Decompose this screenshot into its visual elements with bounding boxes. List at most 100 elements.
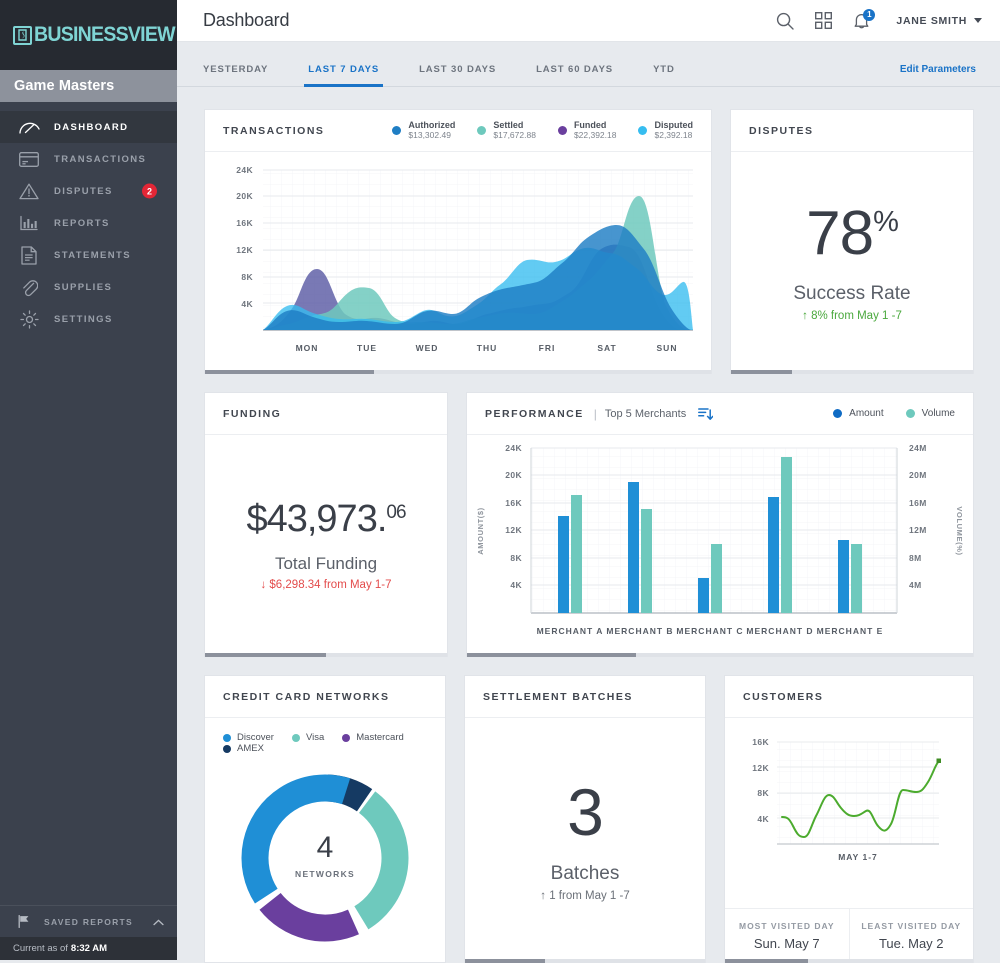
card-header: PERFORMANCE | Top 5 Merchants Amount Vol… <box>467 393 973 435</box>
carousel-dot[interactable] <box>542 370 712 374</box>
logo-badge-icon <box>13 25 32 45</box>
legend-name: Discover <box>237 732 274 743</box>
funding-kpi: $43,973. 06 Total Funding ↓ $6,298.34 fr… <box>205 435 447 656</box>
tab-yesterday[interactable]: YESTERDAY <box>203 64 268 86</box>
top-bar: Dashboard 1 JANE SMITH <box>177 0 1000 42</box>
svg-text:MERCHANT C: MERCHANT C <box>676 626 743 636</box>
svg-text:4K: 4K <box>510 580 522 590</box>
legend-dot-icon <box>638 125 648 135</box>
legend-dot-icon <box>477 125 487 135</box>
search-icon[interactable] <box>776 12 795 30</box>
sidebar-item-statements[interactable]: STATEMENTS <box>0 239 177 271</box>
tab-last-60-days[interactable]: LAST 60 DAYS <box>536 64 613 86</box>
carousel-dot[interactable] <box>852 370 913 374</box>
customers-chart[interactable]: 16K 12K 8K 4K MAY 1-7 <box>725 718 973 908</box>
legend-item-discover[interactable]: Discover <box>223 732 274 743</box>
carousel-dot[interactable] <box>205 370 374 374</box>
dashboard-row-1: TRANSACTIONS Authorized $13,302.49 Settl… <box>204 109 974 374</box>
legend-dot-icon <box>392 125 402 135</box>
carousel-dot[interactable] <box>467 653 636 657</box>
card-title: CREDIT CARD NETWORKS <box>223 690 390 703</box>
tab-last-30-days[interactable]: LAST 30 DAYS <box>419 64 496 86</box>
svg-text:MAY 1-7: MAY 1-7 <box>838 852 878 862</box>
legend-item-settled[interactable]: Settled $17,672.88 <box>477 120 536 140</box>
most-visited-label: MOST VISITED DAY <box>738 920 835 931</box>
logo[interactable]: BUSINESSVIEW <box>0 0 177 70</box>
svg-text:MERCHANT D: MERCHANT D <box>746 626 813 636</box>
card-funding: FUNDING $43,973. 06 Total Funding ↓ $6,2… <box>204 392 448 657</box>
carousel-dot[interactable] <box>912 370 973 374</box>
networks-donut-chart[interactable]: 4 NETWORKS <box>205 754 445 962</box>
sidebar-item-dashboard[interactable]: DASHBOARD <box>0 111 177 143</box>
flag-icon <box>18 915 30 928</box>
least-visited-label: LEAST VISITED DAY <box>861 920 962 931</box>
sidebar: BUSINESSVIEW Game Masters DASHBOARD TRAN… <box>0 0 177 960</box>
legend-name: Mastercard <box>356 732 404 743</box>
legend-item-visa[interactable]: Visa <box>291 732 324 743</box>
transactions-chart[interactable]: 24K 20K 16K 12K 8K 4K MON TUE WED THU FR… <box>205 152 711 373</box>
saved-reports-toggle[interactable]: SAVED REPORTS <box>0 905 177 937</box>
carousel-indicator[interactable] <box>467 653 974 657</box>
carousel-indicator[interactable] <box>205 370 712 374</box>
donut-center-label: NETWORKS <box>295 869 355 879</box>
sidebar-item-label: STATEMENTS <box>54 249 131 261</box>
org-name[interactable]: Game Masters <box>0 70 177 102</box>
transactions-legend: Authorized $13,302.49 Settled $17,672.88 <box>370 120 693 140</box>
carousel-dot[interactable] <box>205 653 326 657</box>
svg-text:24K: 24K <box>505 443 522 453</box>
svg-text:8K: 8K <box>510 553 522 563</box>
legend-item-volume[interactable]: Volume <box>905 408 955 419</box>
legend-item-mastercard[interactable]: Mastercard <box>342 732 404 743</box>
legend-item-funded[interactable]: Funded $22,392.18 <box>557 120 616 140</box>
apps-grid-icon[interactable] <box>815 12 833 29</box>
legend-item-disputed[interactable]: Disputed $2,392.18 <box>638 120 693 140</box>
saved-reports-label: SAVED REPORTS <box>44 916 134 927</box>
legend-item-amount[interactable]: Amount <box>833 408 884 419</box>
performance-chart[interactable]: 24K 20K 16K 12K 8K 4K 24M 20M 16M 12M 8M… <box>467 435 973 656</box>
sidebar-item-supplies[interactable]: SUPPLIES <box>0 271 177 303</box>
sidebar-item-transactions[interactable]: TRANSACTIONS <box>0 143 177 175</box>
carousel-dot[interactable] <box>804 653 974 657</box>
legend-value: $17,672.88 <box>493 129 536 140</box>
sidebar-item-label: DASHBOARD <box>54 121 129 133</box>
carousel-dot[interactable] <box>635 653 805 657</box>
svg-text:12K: 12K <box>505 525 522 535</box>
carousel-dot[interactable] <box>326 653 447 657</box>
svg-text:8K: 8K <box>241 272 253 282</box>
dashboard-grid: TRANSACTIONS Authorized $13,302.49 Settl… <box>177 87 1000 963</box>
legend-value: $2,392.18 <box>654 129 693 140</box>
legend-dot-icon <box>223 744 231 753</box>
svg-text:4K: 4K <box>757 814 769 824</box>
funding-label: Total Funding <box>274 554 378 573</box>
edit-parameters-link[interactable]: Edit Parameters <box>900 64 976 86</box>
sidebar-item-label: TRANSACTIONS <box>54 153 147 165</box>
carousel-dot[interactable] <box>731 370 792 374</box>
legend-item-amex[interactable]: AMEX <box>223 743 264 754</box>
legend-item-authorized[interactable]: Authorized $13,302.49 <box>392 120 455 140</box>
sidebar-item-settings[interactable]: SETTINGS <box>0 303 177 335</box>
logo-text: BUSINESSVIEW <box>34 23 176 46</box>
carousel-indicator[interactable] <box>205 653 447 657</box>
chevron-down-icon <box>974 18 982 23</box>
bell-icon[interactable]: 1 <box>853 8 876 30</box>
sidebar-item-reports[interactable]: REPORTS <box>0 207 177 239</box>
carousel-dot[interactable] <box>373 370 543 374</box>
disputes-count-badge: 2 <box>142 183 157 199</box>
least-visited-day: LEAST VISITED DAY Tue. May 2 <box>848 909 974 962</box>
card-transactions: TRANSACTIONS Authorized $13,302.49 Settl… <box>204 109 712 374</box>
svg-text:VOLUME(%): VOLUME(%) <box>955 506 964 555</box>
svg-text:12K: 12K <box>752 763 769 773</box>
carousel-dot[interactable] <box>791 370 852 374</box>
svg-text:MERCHANT A: MERCHANT A <box>537 626 604 636</box>
card-settlement-batches: SETTLEMENT BATCHES 3 Batches ↑ 1 from Ma… <box>464 675 706 963</box>
sort-descending-icon[interactable] <box>698 407 714 421</box>
user-menu[interactable]: JANE SMITH <box>896 15 982 27</box>
carousel-indicator[interactable] <box>731 370 973 374</box>
svg-text:16K: 16K <box>752 737 769 747</box>
tab-last-7-days[interactable]: LAST 7 DAYS <box>304 64 383 87</box>
tab-ytd[interactable]: YTD <box>653 64 675 86</box>
sidebar-item-disputes[interactable]: DISPUTES 2 <box>0 175 177 207</box>
dashboard-row-2: FUNDING $43,973. 06 Total Funding ↓ $6,2… <box>204 392 974 657</box>
bar-chart-icon <box>18 212 40 234</box>
svg-text:16M: 16M <box>909 498 927 508</box>
